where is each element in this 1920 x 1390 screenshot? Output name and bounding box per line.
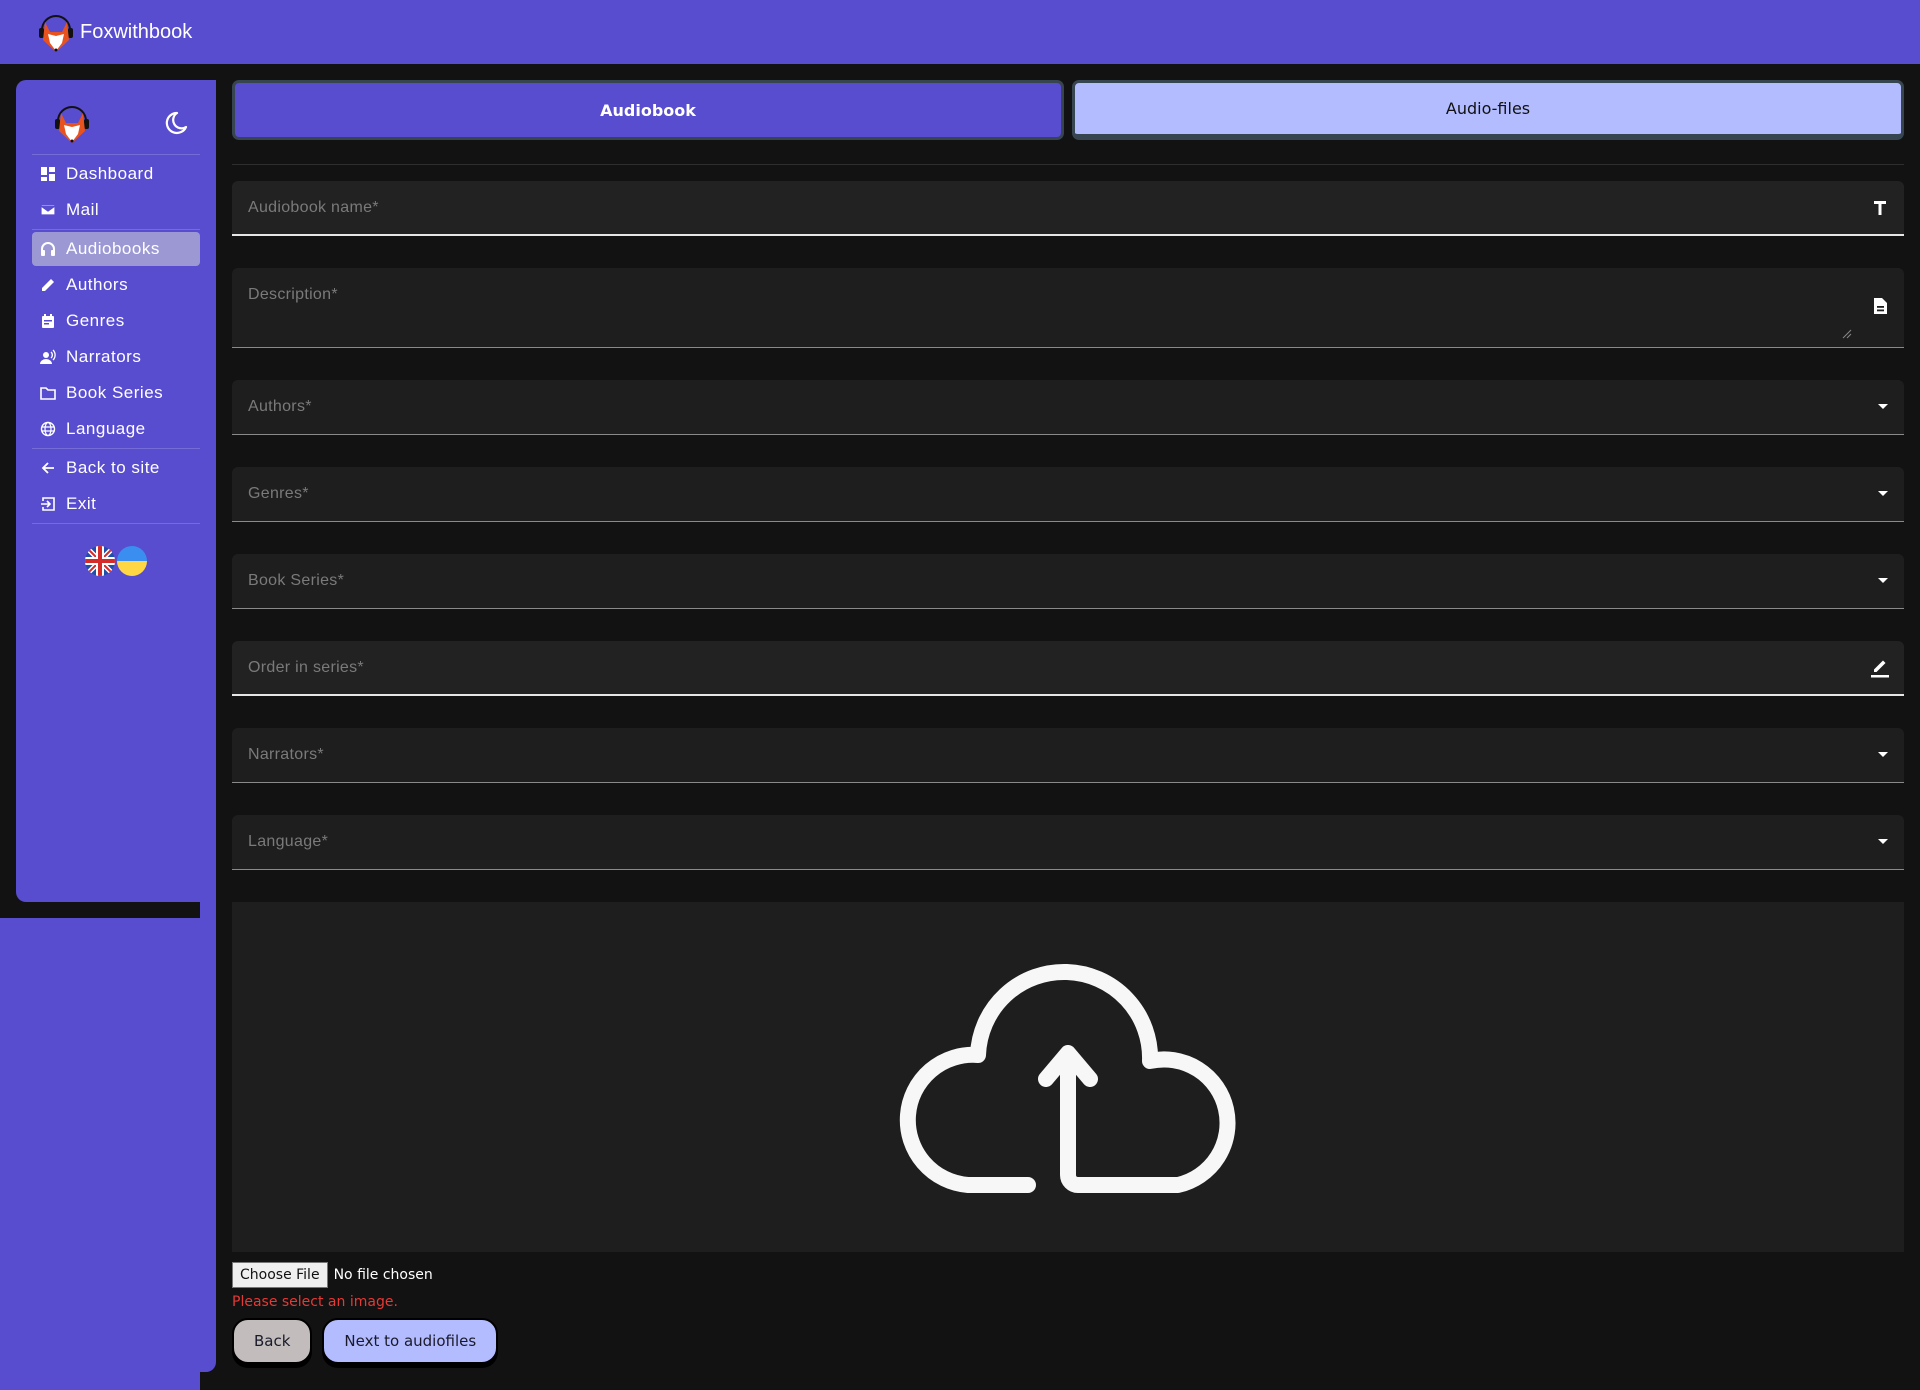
sidebar-item-label: Book Series [66,383,164,402]
edit-icon [1870,658,1890,678]
ukraine-flag-icon[interactable] [117,546,147,576]
folder-icon [40,385,56,401]
calendar-icon [40,313,56,329]
sidebar-item-label: Narrators [66,347,142,366]
order-in-series-label: Order in series* [248,659,364,676]
audiobook-name-label: Audiobook name* [248,199,379,216]
sidebar-item-mail[interactable]: Mail [32,193,200,227]
sidebar: Dashboard Mail Audiobooks Authors Genres… [16,80,216,902]
file-status: No file chosen [333,1267,433,1283]
book-series-select[interactable]: Book Series* [232,554,1904,609]
fox-logo-icon[interactable] [52,101,92,145]
sidebar-item-genres[interactable]: Genres [32,304,200,338]
authors-label: Authors* [248,398,312,415]
text-format-icon [1870,198,1890,218]
chevron-down-icon [1878,752,1888,757]
sidebar-item-label: Dashboard [66,164,154,183]
next-to-audiofiles-button[interactable]: Next to audiofiles [322,1318,499,1364]
sidebar-item-label: Mail [66,200,100,219]
description-label: Description* [248,286,338,303]
sidebar-item-label: Authors [66,275,129,294]
tab-audiobook[interactable]: Audiobook [232,80,1064,140]
uk-flag-icon[interactable] [85,546,115,576]
sidebar-item-exit[interactable]: Exit [32,487,200,521]
tab-audio-files[interactable]: Audio-files [1072,80,1904,140]
moon-icon[interactable] [160,108,190,138]
sidebar-item-label: Genres [66,311,125,330]
arrow-left-icon [40,460,56,476]
exit-icon [40,496,56,512]
sidebar-item-book-series[interactable]: Book Series [32,376,200,410]
chevron-down-icon [1878,491,1888,496]
divider [32,448,200,449]
dashboard-icon [40,166,56,182]
divider [232,164,1904,165]
genres-label: Genres* [248,485,309,502]
authors-select[interactable]: Authors* [232,380,1904,435]
headphones-icon [40,241,56,257]
genres-select[interactable]: Genres* [232,467,1904,522]
language-select[interactable]: Language* [232,815,1904,870]
divider [32,523,200,524]
narrators-label: Narrators* [248,746,324,763]
choose-file-button[interactable]: Choose File [232,1262,328,1288]
chevron-down-icon [1878,404,1888,409]
sidebar-item-dashboard[interactable]: Dashboard [32,157,200,191]
back-button[interactable]: Back [232,1318,313,1364]
divider [32,229,200,230]
globe-icon [40,421,56,437]
narrators-select[interactable]: Narrators* [232,728,1904,783]
sidebar-item-back-to-site[interactable]: Back to site [32,451,200,485]
sidebar-backdrop-lower [0,918,200,1390]
sidebar-gap [0,902,200,918]
document-icon [1870,296,1890,316]
tab-bar: Audiobook Audio-files [232,80,1904,144]
book-series-label: Book Series* [248,572,345,589]
sidebar-header [32,100,200,146]
audiobook-name-field[interactable]: Audiobook name* [232,181,1904,236]
divider [32,154,200,155]
fox-logo-icon [39,15,73,52]
chevron-down-icon [1878,839,1888,844]
sidebar-item-narrators[interactable]: Narrators [32,340,200,374]
app-title[interactable]: Foxwithbook [80,21,192,44]
image-error-message: Please select an image. [232,1294,398,1310]
sidebar-item-audiobooks[interactable]: Audiobooks [32,232,200,266]
sidebar-item-label: Exit [66,494,97,513]
voice-icon [40,349,56,365]
main-content: Audiobook Audio-files Audiobook name* De… [232,80,1904,1364]
sidebar-item-label: Audiobooks [66,239,160,258]
pencil-icon [40,277,56,293]
order-in-series-field[interactable]: Order in series* [232,641,1904,696]
mail-icon [40,202,56,218]
top-bar: Foxwithbook [0,0,1920,64]
sidebar-item-label: Back to site [66,458,160,477]
image-dropzone[interactable] [232,902,1904,1252]
resize-handle-icon[interactable] [1842,329,1852,339]
description-field[interactable]: Description* [232,268,1904,348]
file-input: Choose File No file chosen [232,1262,1904,1288]
language-switcher [32,546,200,576]
form-actions: Back Next to audiofiles [232,1318,1904,1364]
language-label: Language* [248,833,329,850]
sidebar-item-label: Language [66,419,146,438]
sidebar-item-authors[interactable]: Authors [32,268,200,302]
chevron-down-icon [1878,578,1888,583]
sidebar-item-language[interactable]: Language [32,412,200,446]
cloud-upload-icon [899,963,1236,1193]
